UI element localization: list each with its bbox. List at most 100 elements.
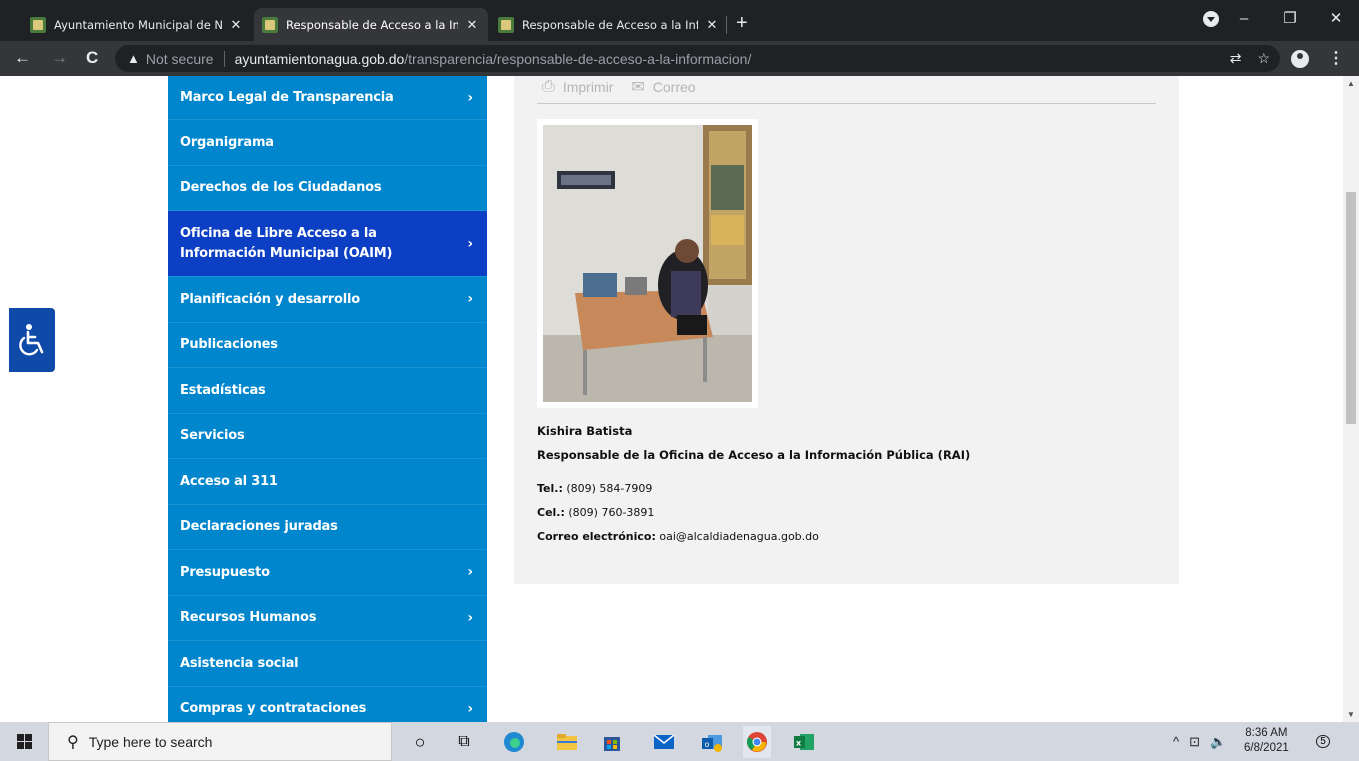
minimize-icon[interactable]: – [1221,10,1267,27]
window-controls: – ❐ ✕ [1221,0,1359,36]
warning-icon[interactable]: ▲ [127,51,140,66]
taskbar-search-box[interactable]: ⚲ Type here to search [48,722,392,761]
browser-tab-strip: Ayuntamiento Municipal de Nagua ✕ Respon… [0,0,1359,41]
wheelchair-icon [19,324,44,356]
tel-line: Tel.: (809) 584-7909 [537,482,652,495]
notification-count: 5 [1316,735,1330,748]
browser-tab-active[interactable]: Responsable de Acceso a la Información ✕ [254,8,488,41]
sidebar-item-organigrama[interactable]: Organigrama [168,120,487,166]
edge-icon[interactable] [502,730,526,754]
clock-date: 6/8/2021 [1244,742,1289,754]
sidebar-item-label: Servicios [180,428,245,444]
scroll-up-icon[interactable]: ▲ [1347,79,1355,88]
sidebar-item-servicios[interactable]: Servicios [168,414,487,459]
profile-avatar-icon[interactable] [1291,50,1309,68]
sidebar-item-compras[interactable]: Compras y contrataciones › [168,687,487,723]
sidebar-item-label: Asistencia social [180,655,299,671]
svg-text:o: o [705,740,710,749]
sidebar-item-label: Acceso al 311 [180,473,278,489]
tel-label: Tel.: [537,482,563,495]
cel-value: (809) 760-3891 [564,506,655,519]
email-value[interactable]: oai@alcaldiadenagua.gob.do [656,530,819,543]
sidebar-item-derechos[interactable]: Derechos de los Ciudadanos [168,166,487,211]
printer-icon[interactable]: ⎙ [542,78,555,96]
sidebar-item-label: Estadísticas [180,382,266,398]
taskbar-search-placeholder: Type here to search [88,733,213,750]
taskbar-clock[interactable]: 8:36 AM 6/8/2021 [1244,726,1289,756]
sidebar-item-publicaciones[interactable]: Publicaciones [168,323,487,368]
sidebar-item-label: Recursos Humanos [180,610,317,626]
sidebar-item-label: Compras y contrataciones [180,701,367,717]
cel-line: Cel.: (809) 760-3891 [537,506,654,519]
accessibility-button[interactable] [9,308,55,372]
scroll-thumb[interactable] [1346,192,1356,424]
url-host[interactable]: ayuntamientonagua.gob.do [235,51,405,67]
close-tab-icon[interactable]: ✕ [704,17,720,33]
restore-icon[interactable]: ❐ [1267,9,1313,27]
tab-title: Responsable de Acceso a la Información [286,17,458,32]
chevron-right-icon: › [467,700,473,717]
envelope-icon[interactable]: ✉ [631,77,644,97]
chevron-right-icon: › [467,564,473,581]
office-photo-scene [543,125,752,402]
close-tab-icon[interactable]: ✕ [228,17,244,33]
bookmark-star-icon[interactable]: ☆ [1257,50,1270,67]
start-button[interactable] [0,722,48,761]
sidebar-item-label: Planificación y desarrollo [180,291,360,307]
sidebar-item-label: Declaraciones juradas [180,519,338,535]
chevron-right-icon: › [467,291,473,308]
scroll-down-icon[interactable]: ▼ [1347,710,1355,719]
browser-tab[interactable]: Ayuntamiento Municipal de Nagua ✕ [22,8,252,41]
share-actions: ⎙ Imprimir ✉ Correo [542,76,696,98]
security-status[interactable]: Not secure [146,51,214,67]
chevron-right-icon: › [467,609,473,626]
sidebar-item-estadisticas[interactable]: Estadísticas [168,368,487,414]
translate-icon[interactable]: ⇄ [1230,50,1242,67]
network-icon[interactable]: ⊡ [1189,734,1200,750]
email-line: Correo electrónico: oai@alcaldiadenagua.… [537,530,819,543]
reload-icon[interactable]: C [86,48,98,68]
sidebar-item-oaim[interactable]: Oficina de Libre Acceso a la Información… [168,211,487,277]
browser-tab[interactable]: Responsable de Acceso a la Información ✕ [490,8,728,41]
address-bar[interactable]: ▲ Not secure ayuntamientonagua.gob.do /t… [115,45,1280,72]
sidebar-item-label: Oficina de Libre Acceso a la Información… [180,225,393,261]
close-window-icon[interactable]: ✕ [1313,9,1359,27]
sidebar-item-planificacion[interactable]: Planificación y desarrollo › [168,277,487,323]
action-center-icon[interactable]: 5 [1313,731,1333,751]
back-arrow-icon[interactable]: ← [14,48,31,68]
chevron-right-icon: › [467,89,473,106]
close-tab-icon[interactable]: ✕ [464,17,480,33]
official-role: Responsable de la Oficina de Acceso a la… [537,448,971,462]
url-path[interactable]: /transparencia/responsable-de-acceso-a-l… [404,51,751,67]
show-hidden-icons-icon[interactable]: ^ [1173,734,1179,749]
excel-icon[interactable]: x [792,730,816,754]
sidebar-item-label: Publicaciones [180,337,278,353]
browser-menu-icon[interactable]: ⋮ [1328,48,1344,68]
volume-icon[interactable]: 🔈 [1210,734,1226,750]
tab-search-icon[interactable] [1203,11,1219,27]
tab-separator [726,16,727,34]
mail-icon[interactable] [652,730,676,754]
store-icon[interactable] [600,730,624,754]
file-explorer-icon[interactable] [555,730,579,754]
sidebar-item-label: Derechos de los Ciudadanos [180,180,382,196]
outlook-icon[interactable]: o [700,730,724,754]
print-link[interactable]: Imprimir [563,79,614,95]
chrome-icon[interactable] [743,726,771,758]
sidebar-item-presupuesto[interactable]: Presupuesto › [168,550,487,596]
new-tab-button[interactable]: + [736,13,748,33]
sidebar-item-marco-legal[interactable]: Marco Legal de Transparencia › [168,76,487,120]
sidebar-item-recursos-humanos[interactable]: Recursos Humanos › [168,596,487,641]
sidebar-item-declaraciones[interactable]: Declaraciones juradas [168,505,487,550]
forward-arrow-icon[interactable]: → [51,48,68,68]
chevron-right-icon: › [467,235,473,252]
task-view-icon[interactable]: ⧉ [452,730,476,754]
email-link[interactable]: Correo [653,79,696,95]
page-scrollbar[interactable]: ▲ ▼ [1343,76,1359,722]
sidebar-item-asistencia-social[interactable]: Asistencia social [168,641,487,687]
cortana-icon[interactable]: ○ [408,730,432,754]
browser-toolbar: ← → C ▲ Not secure ayuntamientonagua.gob… [0,41,1359,76]
site-favicon-icon [30,16,46,33]
tel-value: (809) 584-7909 [562,482,653,495]
sidebar-item-acceso-311[interactable]: Acceso al 311 [168,459,487,505]
